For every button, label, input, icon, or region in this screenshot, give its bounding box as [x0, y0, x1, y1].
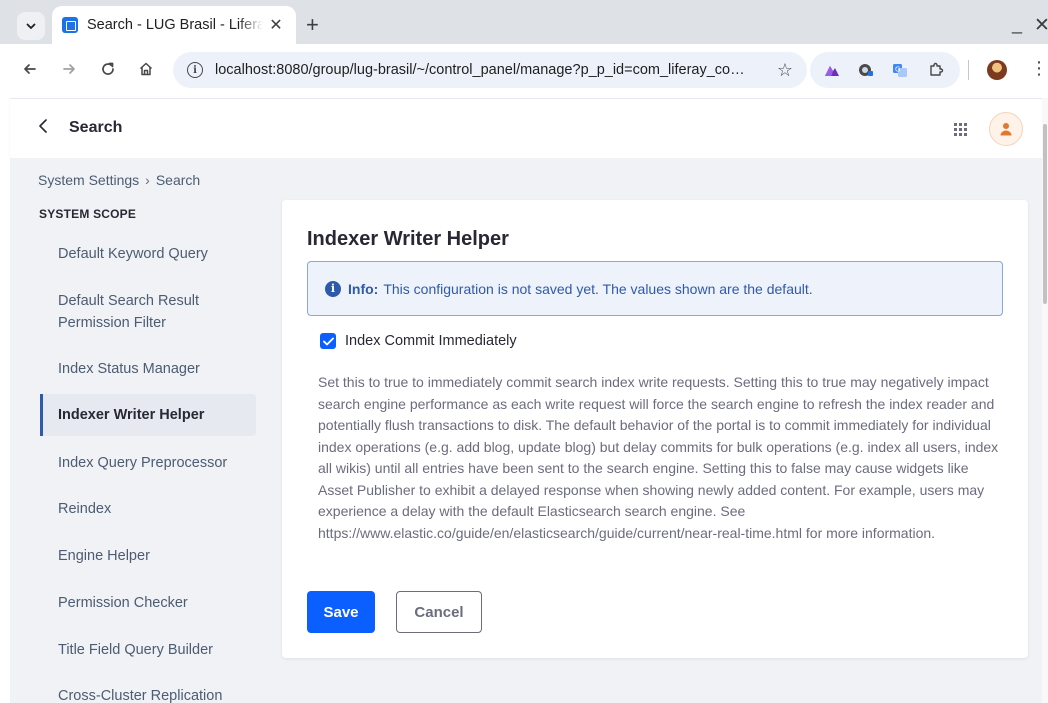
- extension-mountain-icon[interactable]: [824, 62, 840, 78]
- sidebar-item-default-search-result-permission-filter[interactable]: Default Search Result Permission Filter: [40, 289, 256, 335]
- index-commit-immediately-checkbox[interactable]: [320, 333, 336, 349]
- home-icon[interactable]: [133, 56, 159, 82]
- sidebar-item-cross-cluster-replication[interactable]: Cross-Cluster Replication: [40, 684, 256, 703]
- sidebar-item-permission-checker[interactable]: Permission Checker: [40, 591, 256, 615]
- breadcrumb-separator: ›: [145, 172, 150, 188]
- extension-shield-icon[interactable]: [858, 62, 874, 78]
- sidebar-item-indexer-writer-helper[interactable]: Indexer Writer Helper: [40, 394, 256, 436]
- browser-menu-kebab-icon[interactable]: ⋮: [1030, 58, 1048, 78]
- browser-tabstrip: Search - LUG Brasil - Liferay ✕ + _ ✕: [0, 0, 1048, 44]
- back-arrow-icon[interactable]: [17, 56, 43, 82]
- checkmark-icon: [322, 337, 334, 345]
- sidebar-scope-title: SYSTEM SCOPE: [39, 207, 137, 221]
- info-alert-label: Info:: [348, 280, 379, 297]
- cancel-button[interactable]: Cancel: [396, 591, 482, 633]
- sidebar-item-engine-helper[interactable]: Engine Helper: [40, 544, 256, 568]
- sidebar-item-reindex[interactable]: Reindex: [40, 497, 256, 521]
- page-title: Search: [69, 119, 123, 136]
- breadcrumb-item-search: Search: [155, 172, 201, 188]
- extensions-puzzle-icon[interactable]: [928, 62, 944, 78]
- field-help-text: Set this to true to immediately commit s…: [318, 374, 999, 541]
- extensions-group: G: [810, 52, 960, 88]
- sidebar-item-index-status-manager[interactable]: Index Status Manager: [40, 357, 256, 381]
- user-icon: [1000, 123, 1012, 136]
- reload-icon[interactable]: [95, 56, 121, 82]
- info-alert: i Info: This configuration is not saved …: [307, 261, 1003, 316]
- new-tab-button[interactable]: +: [306, 14, 319, 36]
- configuration-form-card: Indexer Writer Helper i Info: This confi…: [282, 200, 1028, 658]
- info-circle-icon: i: [325, 280, 341, 297]
- address-url[interactable]: localhost:8080/group/lug-brasil/~/contro…: [215, 62, 771, 78]
- form-title: Indexer Writer Helper: [307, 228, 509, 250]
- minimize-window-icon[interactable]: _: [1012, 15, 1022, 33]
- extension-translate-icon[interactable]: G: [892, 62, 908, 78]
- breadcrumb: System Settings › Search: [38, 172, 200, 188]
- sidebar-item-default-keyword-query[interactable]: Default Keyword Query: [40, 242, 256, 266]
- chevron-down-icon: [26, 23, 36, 29]
- bookmark-star-icon[interactable]: ☆: [777, 60, 793, 81]
- index-commit-immediately-label[interactable]: Index Commit Immediately: [345, 333, 517, 349]
- user-avatar[interactable]: [989, 112, 1023, 146]
- app-header: Search: [10, 98, 1042, 158]
- address-bar[interactable]: i localhost:8080/group/lug-brasil/~/cont…: [173, 52, 807, 88]
- liferay-favicon-icon: [62, 17, 78, 33]
- page-scrollbar-thumb[interactable]: [1043, 124, 1047, 304]
- svg-text:G: G: [895, 66, 900, 74]
- browser-tab-title: Search - LUG Brasil - Liferay: [87, 17, 263, 33]
- toolbar-divider: [968, 60, 969, 80]
- browser-toolbar: i localhost:8080/group/lug-brasil/~/cont…: [0, 44, 1048, 96]
- info-alert-message: This configuration is not saved yet. The…: [383, 280, 813, 297]
- browser-tab-active[interactable]: Search - LUG Brasil - Liferay ✕: [52, 6, 296, 44]
- forward-arrow-icon[interactable]: [56, 56, 82, 82]
- tab-search-menu-button[interactable]: [17, 12, 45, 40]
- breadcrumb-item-system-settings[interactable]: System Settings: [38, 172, 139, 188]
- close-window-icon[interactable]: ✕: [1034, 14, 1048, 37]
- index-commit-immediately-field: Index Commit Immediately: [320, 333, 517, 349]
- browser-profile-avatar[interactable]: [987, 60, 1007, 80]
- sidebar-item-title-field-query-builder[interactable]: Title Field Query Builder: [40, 638, 256, 662]
- applications-menu-icon[interactable]: [954, 123, 967, 136]
- page-body: System Settings › Search SYSTEM SCOPE Defa…: [10, 158, 1042, 703]
- site-info-icon[interactable]: i: [187, 62, 203, 78]
- close-tab-icon[interactable]: ✕: [266, 15, 286, 35]
- back-chevron-icon[interactable]: [38, 117, 48, 141]
- save-button[interactable]: Save: [307, 591, 375, 633]
- sidebar-item-index-query-preprocessor[interactable]: Index Query Preprocessor: [40, 451, 256, 475]
